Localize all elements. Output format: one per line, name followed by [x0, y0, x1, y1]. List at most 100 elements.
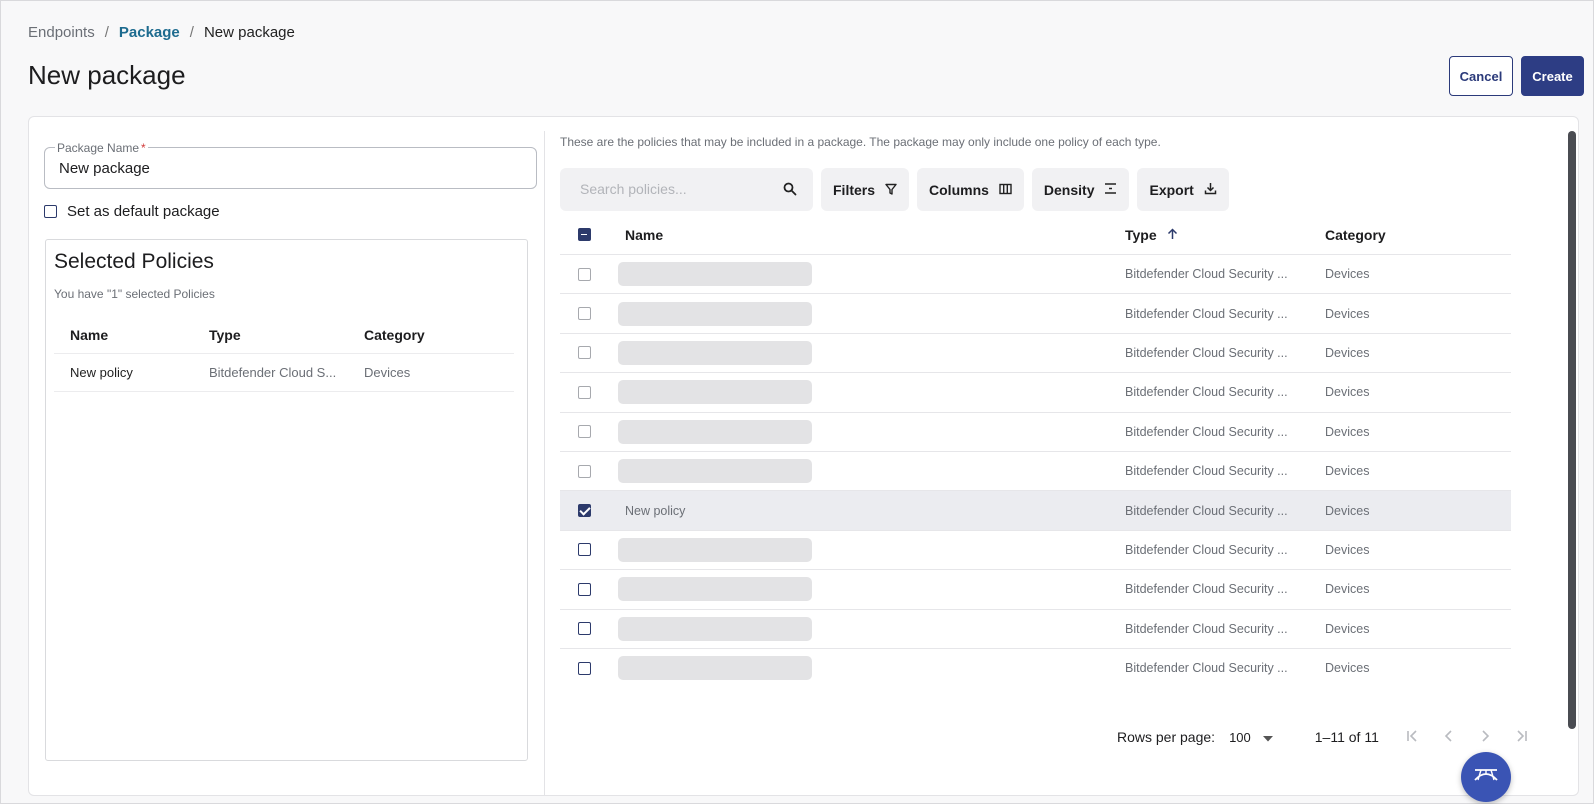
row-checkbox[interactable] [578, 543, 591, 557]
column-header-category[interactable]: Category [1325, 227, 1511, 243]
breadcrumb-current: New package [203, 24, 295, 41]
policy-type: Bitdefender Cloud Security ... [1125, 306, 1288, 321]
columns-label: Columns [929, 181, 989, 198]
loading-skeleton [618, 419, 812, 444]
policies-description: These are the policies that may be inclu… [560, 135, 1161, 149]
download-icon [1204, 182, 1217, 198]
create-button[interactable]: Create [1521, 56, 1584, 96]
column-header-category[interactable]: Category [364, 327, 494, 343]
loading-skeleton [618, 340, 812, 365]
column-header-name[interactable]: Name [54, 327, 209, 343]
bridge-icon [1473, 766, 1499, 789]
selected-policy-type: Bitdefender Cloud S... [209, 365, 337, 380]
policy-category: Devices [1325, 345, 1370, 360]
policy-type: Bitdefender Cloud Security ... [1125, 464, 1288, 479]
policy-row[interactable]: Bitdefender Cloud Security ... Devices [560, 608, 1511, 648]
policy-type: Bitdefender Cloud Security ... [1125, 267, 1288, 282]
selected-table-header: Name Type Category [54, 316, 514, 354]
set-default-label: Set as default package [67, 203, 220, 220]
policy-type: Bitdefender Cloud Security ... [1125, 385, 1288, 400]
row-checkbox[interactable] [578, 267, 591, 281]
row-checkbox[interactable] [578, 582, 591, 596]
breadcrumb-package-link[interactable]: Package [119, 24, 180, 41]
pagination: Rows per page: 100 1–11 of 11 [1117, 729, 1539, 745]
previous-page-button[interactable] [1431, 729, 1467, 745]
density-icon [1104, 182, 1117, 198]
last-page-button[interactable] [1503, 729, 1539, 745]
search-input[interactable] [580, 181, 770, 197]
row-checkbox[interactable] [578, 464, 591, 478]
set-default-option[interactable]: Set as default package [44, 203, 220, 220]
policy-row[interactable]: Bitdefender Cloud Security ... Devices [560, 647, 1511, 687]
policy-row[interactable]: Bitdefender Cloud Security ... Devices [560, 293, 1511, 332]
density-label: Density [1043, 181, 1095, 198]
loading-skeleton [618, 301, 812, 326]
row-checkbox[interactable] [578, 385, 591, 399]
policy-category: Devices [1325, 582, 1370, 597]
policy-type: Bitdefender Cloud Security ... [1125, 661, 1288, 676]
policy-type: Bitdefender Cloud Security ... [1125, 345, 1288, 360]
column-header-type[interactable]: Type [1125, 227, 1325, 243]
package-name-input[interactable] [59, 160, 519, 177]
policy-row[interactable]: Bitdefender Cloud Security ... Devices [560, 372, 1511, 411]
policy-type: Bitdefender Cloud Security ... [1125, 424, 1288, 439]
policy-row[interactable]: Bitdefender Cloud Security ... Devices [560, 332, 1511, 372]
loading-skeleton [618, 616, 812, 641]
search-box[interactable] [560, 168, 813, 211]
loading-skeleton [618, 459, 812, 484]
rows-per-page-select[interactable]: 100 [1229, 730, 1273, 745]
selected-policy-name: New policy [70, 365, 133, 380]
loading-skeleton [618, 537, 812, 562]
columns-icon [999, 182, 1012, 198]
policy-type: Bitdefender Cloud Security ... [1125, 621, 1288, 636]
assistant-fab-button[interactable] [1461, 752, 1511, 802]
policy-row[interactable]: Bitdefender Cloud Security ... Devices [560, 411, 1511, 451]
row-checkbox[interactable] [578, 307, 591, 321]
policy-row[interactable]: Bitdefender Cloud Security ... Devices [560, 254, 1511, 293]
page-range: 1–11 of 11 [1314, 729, 1379, 745]
grid-toolbar: Filters Columns Density Export [560, 168, 1229, 211]
page-title: New package [28, 60, 186, 90]
row-checkbox[interactable] [578, 346, 591, 360]
loading-skeleton [618, 577, 812, 602]
policy-category: Devices [1325, 542, 1370, 557]
column-header-type[interactable]: Type [209, 327, 364, 343]
next-page-button[interactable] [1467, 729, 1503, 745]
policies-grid: Name Type Category Bitdefender Cloud Sec… [560, 215, 1511, 687]
vertical-scrollbar[interactable] [1568, 131, 1576, 729]
row-checkbox[interactable] [578, 504, 591, 518]
package-name-field[interactable]: Package Name * [44, 141, 537, 189]
filter-icon [885, 182, 897, 198]
sort-ascending-icon[interactable] [1167, 227, 1178, 243]
filters-button[interactable]: Filters [821, 168, 910, 211]
columns-button[interactable]: Columns [917, 168, 1024, 211]
policy-type: Bitdefender Cloud Security ... [1125, 503, 1288, 518]
last-page-icon [1514, 729, 1528, 745]
select-all-checkbox[interactable] [578, 228, 591, 241]
row-checkbox[interactable] [578, 622, 591, 636]
policy-category: Devices [1325, 464, 1370, 479]
rows-per-page-label: Rows per page: [1117, 729, 1216, 745]
caret-down-icon [1262, 730, 1273, 745]
rows-per-page-value: 100 [1229, 729, 1251, 745]
selected-table-row[interactable]: New policy Bitdefender Cloud S... Device… [54, 354, 514, 392]
density-button[interactable]: Density [1031, 168, 1130, 211]
row-checkbox[interactable] [578, 661, 591, 675]
breadcrumb-separator: / [104, 24, 109, 41]
chevron-left-icon [1444, 729, 1454, 745]
export-button[interactable]: Export [1137, 168, 1229, 211]
row-checkbox[interactable] [578, 425, 591, 439]
breadcrumb-endpoints[interactable]: Endpoints [28, 24, 95, 41]
chevron-right-icon [1480, 729, 1490, 745]
required-mark: * [141, 141, 146, 155]
column-header-name[interactable]: Name [618, 227, 1125, 243]
policy-row[interactable]: New policy Bitdefender Cloud Security ...… [560, 490, 1511, 530]
policy-row[interactable]: Bitdefender Cloud Security ... Devices [560, 529, 1511, 569]
policy-row[interactable]: Bitdefender Cloud Security ... Devices [560, 450, 1511, 490]
set-default-checkbox[interactable] [44, 205, 57, 218]
first-page-button[interactable] [1395, 729, 1431, 745]
cancel-button[interactable]: Cancel [1449, 56, 1513, 96]
policy-row[interactable]: Bitdefender Cloud Security ... Devices [560, 569, 1511, 608]
policy-category: Devices [1325, 503, 1370, 518]
search-icon [783, 182, 797, 201]
